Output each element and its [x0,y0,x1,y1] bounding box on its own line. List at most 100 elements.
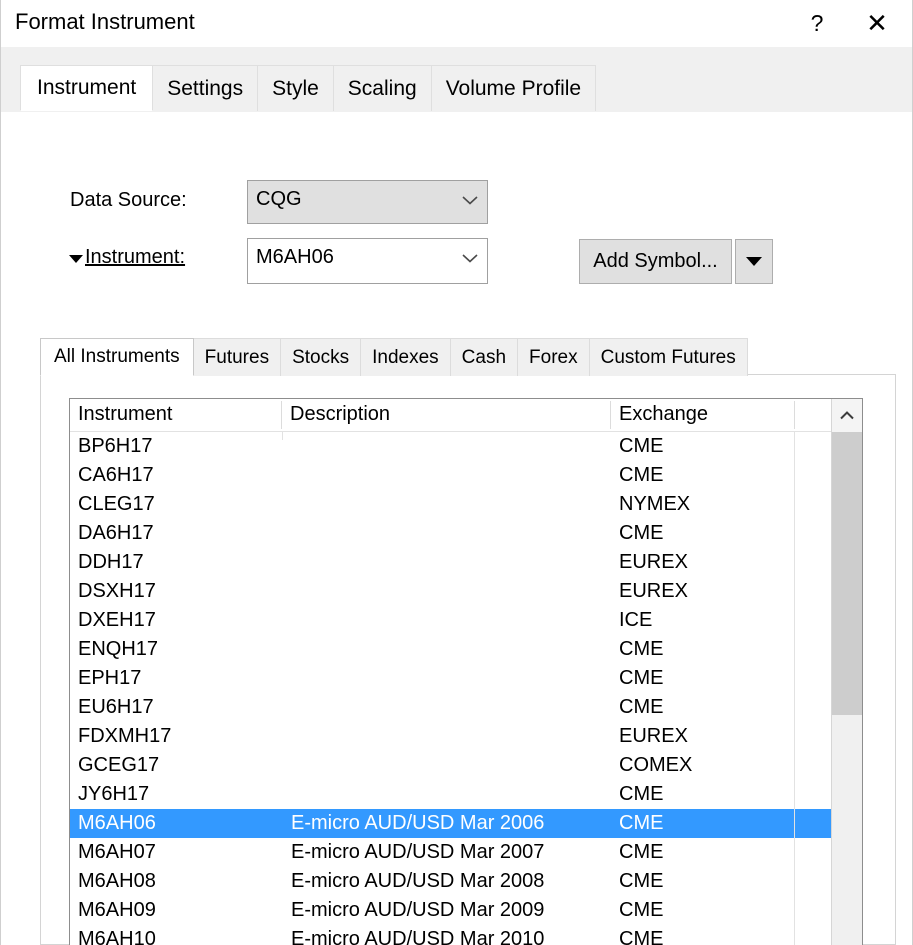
table-row[interactable]: DSXH17 EUREX [70,577,862,606]
tab-settings[interactable]: Settings [152,65,259,111]
triangle-down-icon [69,254,83,263]
tab-label: All Instruments [54,346,180,367]
cell-instrument: DA6H17 [78,522,154,544]
table-row[interactable]: EPH17 CME [70,664,862,693]
cell-exchange: CME [619,841,664,863]
chevron-down-icon [453,239,487,277]
column-separator[interactable] [794,401,795,429]
add-symbol-label: Add Symbol... [593,250,718,272]
add-symbol-button[interactable]: Add Symbol... [579,239,732,284]
cell-exchange: COMEX [619,754,693,776]
instrument-label-toggle[interactable]: Instrument: [69,246,185,269]
grid-body: BP6H17 CME CA6H17 CME CLEG17 NYMEX DA6H17 CME DD… [70,432,862,945]
category-tab-cash[interactable]: Cash [449,338,519,376]
category-tab-forex[interactable]: Forex [517,338,590,376]
tab-style[interactable]: Style [257,65,334,111]
table-row[interactable]: M6AH07 E-micro AUD/USD Mar 2007 CME [70,838,862,867]
cell-exchange: CME [619,696,664,718]
cell-exchange: CME [619,870,664,892]
cell-instrument: BP6H17 [78,435,153,457]
cell-instrument: M6AH07 [78,841,156,863]
table-row[interactable]: M6AH09 E-micro AUD/USD Mar 2009 CME [70,896,862,925]
cell-instrument: CA6H17 [78,464,154,486]
cell-exchange: EUREX [619,580,688,602]
tab-volume-profile[interactable]: Volume Profile [430,65,597,111]
tab-label: Futures [204,346,270,368]
tab-label: Settings [167,76,244,100]
column-header-exchange[interactable]: Exchange [611,399,794,431]
cell-exchange: CME [619,928,664,945]
category-tab-indexes[interactable]: Indexes [360,338,451,376]
cell-exchange: CME [619,667,664,689]
table-row[interactable]: CLEG17 NYMEX [70,490,862,519]
cell-instrument: M6AH09 [78,899,156,921]
tab-label: Indexes [372,346,439,368]
tab-label: Stocks [292,346,350,368]
category-tab-stocks[interactable]: Stocks [280,338,362,376]
table-row[interactable]: M6AH10 E-micro AUD/USD Mar 2010 CME [70,925,862,945]
instrument-grid: Instrument Description Exchange BP6H17 CM… [69,398,863,945]
cell-exchange: CME [619,435,664,457]
table-row[interactable]: CA6H17 CME [70,461,862,490]
caret-down-icon [746,257,762,266]
category-tab-custom-futures[interactable]: Custom Futures [588,338,748,376]
table-row[interactable]: GCEG17 COMEX [70,751,862,780]
table-row[interactable]: JY6H17 CME [70,780,862,809]
cell-exchange: EUREX [619,725,688,747]
cell-exchange: NYMEX [619,493,691,515]
table-row[interactable]: FDXMH17 EUREX [70,722,862,751]
cell-exchange: ICE [619,609,653,631]
table-row[interactable]: M6AH06 E-micro AUD/USD Mar 2006 CME [70,809,862,838]
table-row[interactable]: DA6H17 CME [70,519,862,548]
cell-exchange: CME [619,812,664,834]
table-row[interactable]: M6AH08 E-micro AUD/USD Mar 2008 CME [70,867,862,896]
table-row[interactable]: ENQH17 CME [70,635,862,664]
cell-instrument: M6AH06 [78,812,156,834]
table-row[interactable]: DXEH17 ICE [70,606,862,635]
cell-instrument: DXEH17 [78,609,156,631]
cell-exchange: EUREX [619,551,688,573]
main-tabstrip: Instrument Settings Style Scaling Volume Pro… [1,47,912,112]
cell-instrument: FDXMH17 [78,725,172,747]
cell-instrument: EU6H17 [78,696,154,718]
help-button[interactable]: ? [794,0,840,46]
cell-instrument: CLEG17 [78,493,155,515]
scrollbar-thumb[interactable] [832,432,862,715]
data-source-combobox[interactable]: CQG [247,180,488,224]
instrument-combobox[interactable]: M6AH06 [247,238,488,284]
question-mark-icon: ? [810,9,824,36]
cell-exchange: CME [619,899,664,921]
tab-label: Scaling [347,76,417,100]
cell-instrument: DDH17 [78,551,144,573]
instrument-value: M6AH06 [256,246,334,268]
add-symbol-dropdown-button[interactable] [735,239,773,284]
cell-instrument: GCEG17 [78,754,160,776]
scroll-up-button[interactable] [832,399,862,432]
category-tab-all-instruments[interactable]: All Instruments [40,338,194,376]
tab-label: Custom Futures [600,346,736,368]
chevron-down-icon [453,181,487,219]
cell-instrument: ENQH17 [78,638,159,660]
scrollbar-track[interactable] [832,715,862,945]
grid-vertical-scrollbar[interactable] [831,399,862,945]
cell-description: E-micro AUD/USD Mar 2010 [291,928,545,945]
column-header-description[interactable]: Description [282,399,610,431]
cell-exchange: CME [619,783,664,805]
tab-label: Cash [461,346,507,368]
tab-label: Forex [529,346,578,368]
instrument-category-tabstrip: All Instruments Futures Stocks Indexes Cash F… [40,338,748,376]
cell-description: E-micro AUD/USD Mar 2007 [291,841,545,863]
table-row[interactable]: BP6H17 CME [70,432,862,461]
tab-label: Style [272,76,319,100]
close-button[interactable]: ✕ [854,0,900,46]
table-row[interactable]: DDH17 EUREX [70,548,862,577]
close-icon: ✕ [866,7,888,38]
instrument-label: Instrument: [85,246,186,268]
cell-instrument: EPH17 [78,667,142,689]
cell-exchange: CME [619,522,664,544]
tab-scaling[interactable]: Scaling [332,65,432,111]
tab-instrument[interactable]: Instrument [20,65,154,111]
cell-description: E-micro AUD/USD Mar 2009 [291,899,545,921]
table-row[interactable]: EU6H17 CME [70,693,862,722]
category-tab-futures[interactable]: Futures [192,338,282,376]
